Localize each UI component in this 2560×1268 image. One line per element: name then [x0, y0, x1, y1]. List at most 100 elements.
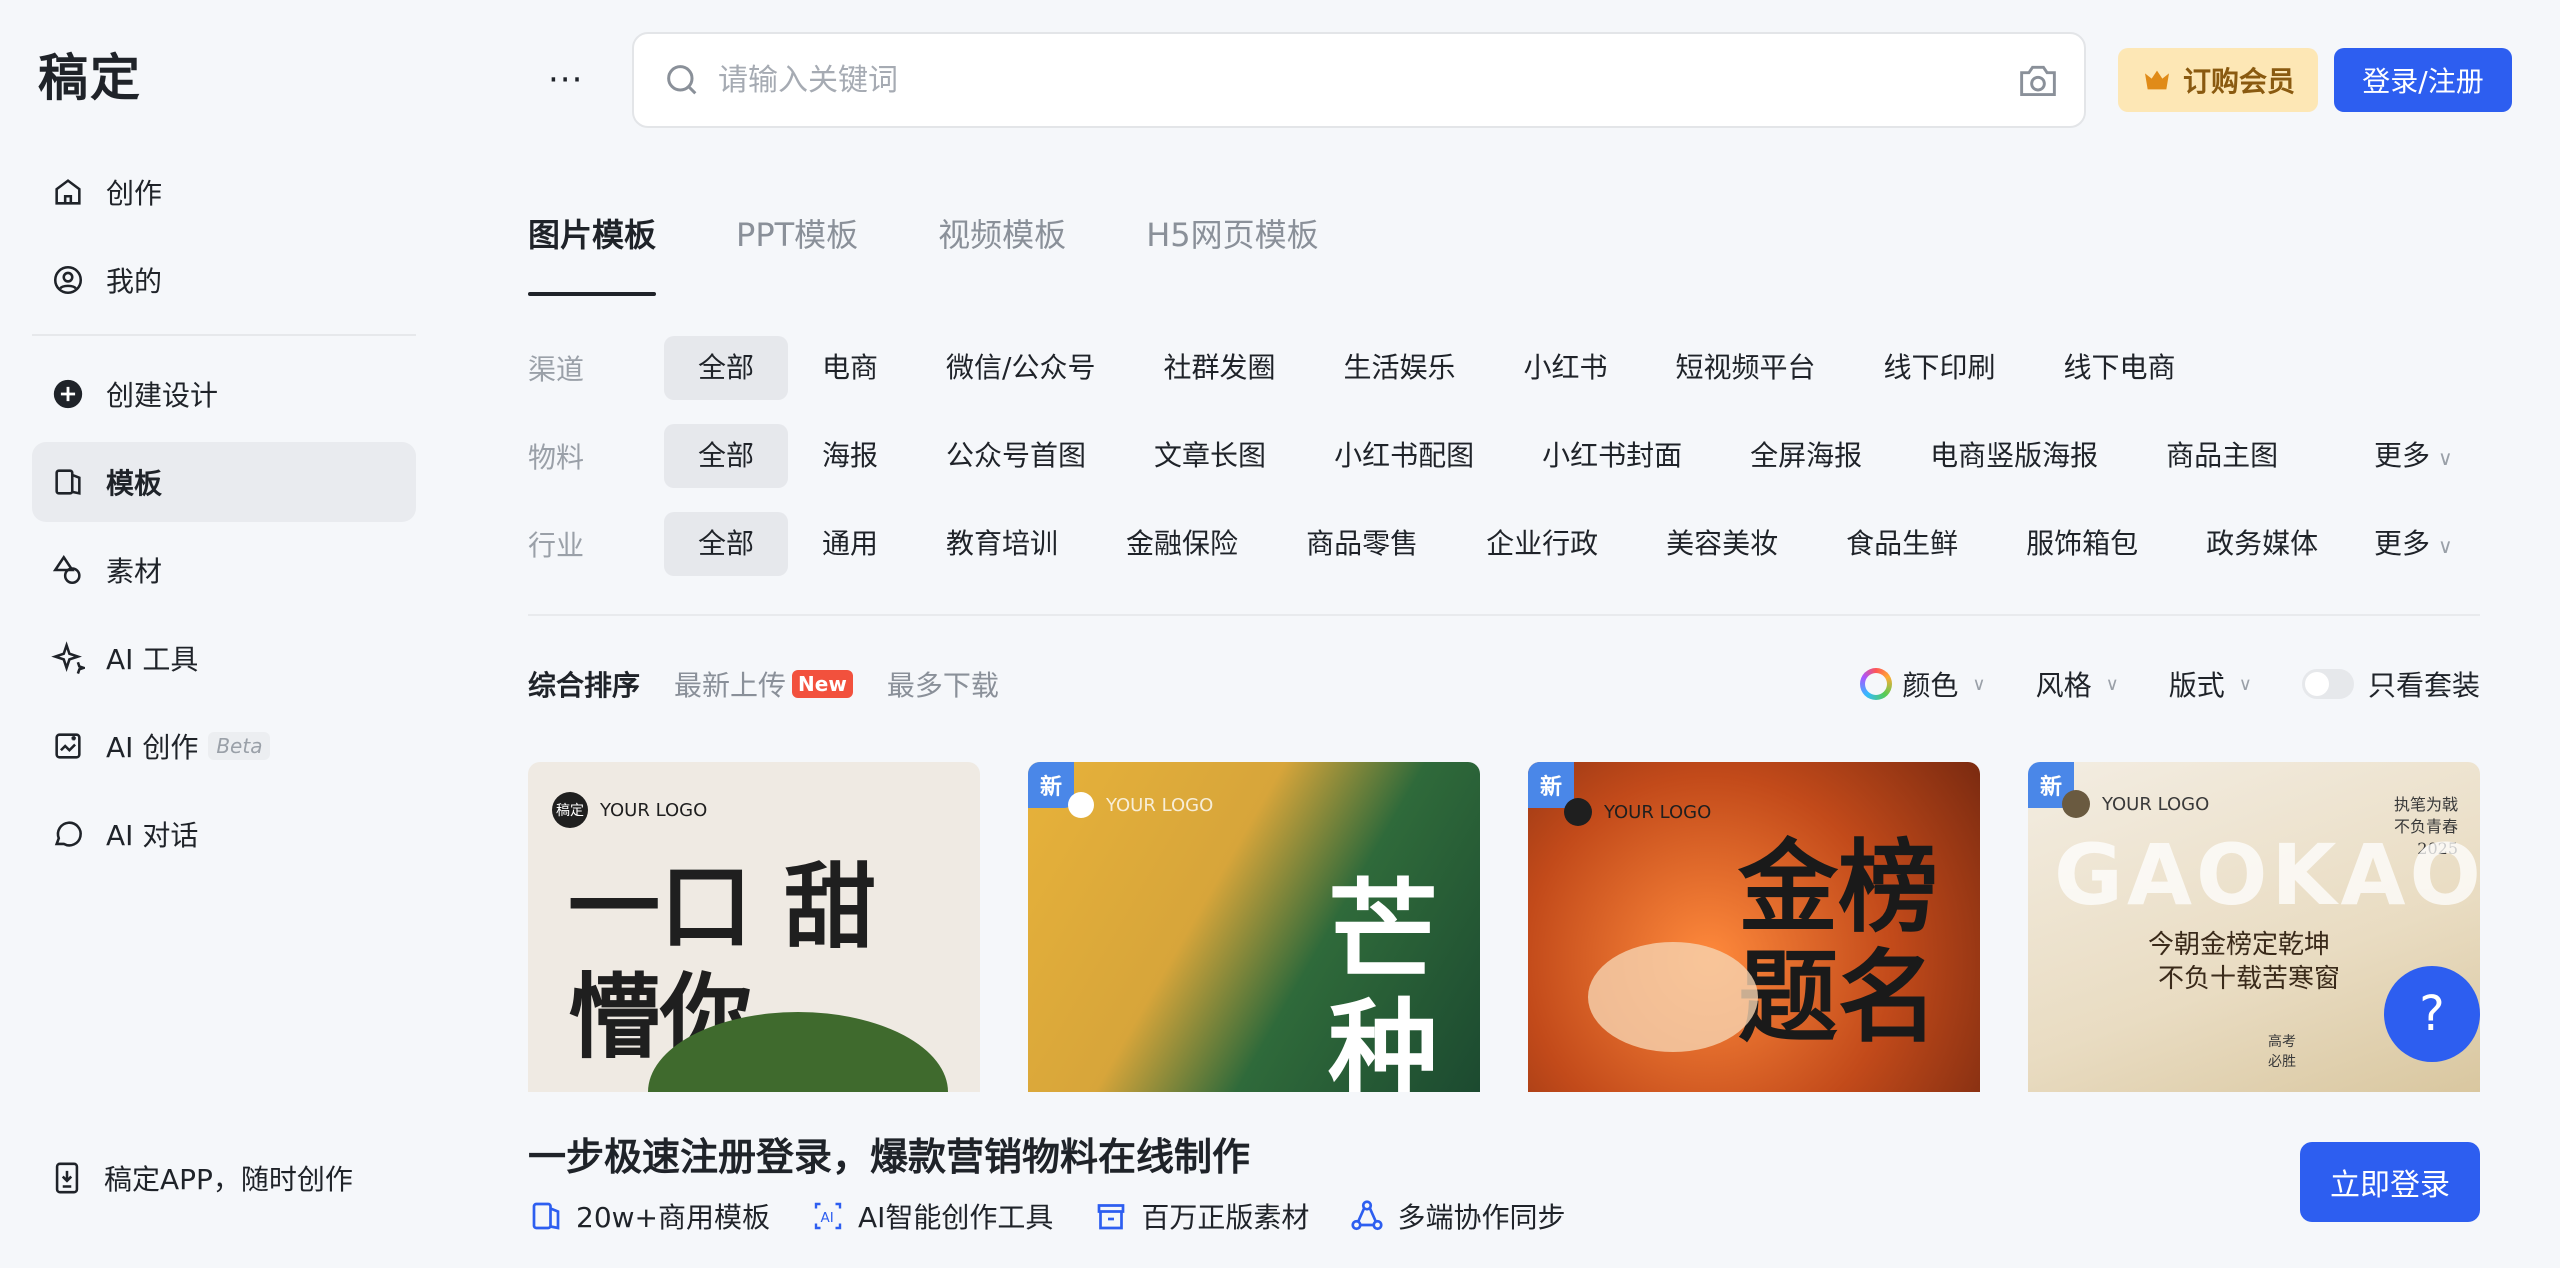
- brand-logo: 稿定: [552, 792, 588, 828]
- filter-chip[interactable]: 商品零售: [1272, 512, 1452, 576]
- filter-chip[interactable]: 电商: [788, 336, 912, 400]
- card-sub-text: 高考 必胜: [2268, 1034, 2296, 1070]
- chevron-down-icon: ∨: [2238, 673, 2252, 695]
- sidebar-item-materials[interactable]: 素材: [32, 530, 416, 610]
- chevron-down-icon: ∨: [2105, 673, 2119, 695]
- sort-latest-label: 最新上传: [674, 669, 787, 702]
- filter-chip[interactable]: 美容美妆: [1632, 512, 1812, 576]
- tab-image-templates[interactable]: 图片模板: [528, 210, 657, 296]
- filter-chip[interactable]: 小红书: [1490, 336, 1642, 400]
- tab-video-templates[interactable]: 视频模板: [938, 210, 1066, 296]
- app-download-link[interactable]: 稿定APP，随时创作: [50, 1158, 353, 1198]
- filter-chip[interactable]: 线下电商: [2030, 336, 2210, 400]
- filter-chip[interactable]: 海报: [788, 424, 912, 488]
- brand-text: YOUR LOGO: [2102, 793, 2210, 815]
- feature-item: 20w+商用模板: [528, 1196, 770, 1236]
- sidebar-item-mine[interactable]: 我的: [32, 240, 416, 320]
- sync-icon: [1351, 1200, 1384, 1231]
- vip-button[interactable]: 订购会员: [2118, 48, 2318, 112]
- filter-chip[interactable]: 商品主图: [2132, 424, 2312, 488]
- filter-chip[interactable]: 全部: [664, 336, 789, 400]
- filter-chip[interactable]: 小红书封面: [1508, 424, 1716, 488]
- camera-icon[interactable]: [2016, 60, 2060, 100]
- login-register-button[interactable]: 登录/注册: [2334, 48, 2512, 112]
- filter-chip[interactable]: 小红书配图: [1300, 424, 1508, 488]
- filter-chip[interactable]: 电商竖版海报: [1896, 424, 2132, 488]
- shapes-icon: [50, 552, 86, 588]
- material-more-button[interactable]: 更多 ∨: [2374, 424, 2453, 488]
- suite-only-toggle[interactable]: [2301, 669, 2354, 699]
- filter-chip[interactable]: 政务媒体: [2172, 512, 2352, 576]
- feature-label: 20w+商用模板: [576, 1201, 770, 1234]
- sidebar-item-label: 模板: [106, 467, 163, 500]
- sort-most-downloads[interactable]: 最多下载: [887, 664, 999, 704]
- sidebar-item-templates[interactable]: 模板: [32, 442, 416, 522]
- sidebar-item-ai-tools[interactable]: AI 工具: [32, 618, 416, 698]
- sidebar: 稿定 创作 我的 创建设计 模板 素材 AI 工具 AI 创作 Beta AI …: [0, 0, 430, 1268]
- sort-latest[interactable]: 最新上传 New: [674, 664, 853, 704]
- brand-logo: [1068, 792, 1094, 818]
- filter-chip[interactable]: 全部: [664, 512, 789, 576]
- card-brand: YOUR LOGO: [1068, 792, 1213, 818]
- download-app-icon: [55, 1162, 79, 1194]
- color-filter[interactable]: 颜色 ∨: [1860, 664, 1986, 704]
- tab-ppt-templates[interactable]: PPT模板: [736, 210, 858, 296]
- filter-chip[interactable]: 全部: [664, 424, 789, 488]
- template-icon: [50, 464, 86, 500]
- filter-chip[interactable]: 微信/公众号: [912, 336, 1129, 400]
- ai-icon: AI: [814, 1202, 842, 1230]
- sidebar-item-create-design[interactable]: 创建设计: [32, 354, 416, 434]
- template-card[interactable]: 新 YOUR LOGO 芒种: [1028, 762, 1480, 1092]
- layout-filter[interactable]: 版式 ∨: [2169, 664, 2252, 704]
- plus-circle-icon: [50, 376, 86, 412]
- login-banner: [0, 1094, 2560, 1268]
- sidebar-item-ai-chat[interactable]: AI 对话: [32, 794, 416, 874]
- crown-icon: [2144, 70, 2169, 90]
- search-input[interactable]: [718, 62, 2084, 98]
- card-line-1: 今朝金榜定乾坤: [2148, 930, 2331, 960]
- sort-comprehensive[interactable]: 综合排序: [528, 664, 640, 704]
- filter-divider: [528, 614, 2480, 616]
- brand-logo: [1564, 798, 1592, 826]
- more-menu-icon[interactable]: ···: [548, 60, 583, 100]
- home-icon: [50, 174, 86, 210]
- template-tabs: 图片模板 PPT模板 视频模板 H5网页模板: [528, 210, 1399, 296]
- feature-label: 多端协作同步: [1397, 1201, 1566, 1234]
- chat-icon: [50, 816, 86, 852]
- tab-h5-templates[interactable]: H5网页模板: [1146, 210, 1318, 296]
- template-card[interactable]: 稿定 YOUR LOGO 一口 甜懵你: [528, 762, 980, 1092]
- brand-text: YOUR LOGO: [600, 799, 708, 821]
- filter-row-channel: 渠道 全部 电商 微信/公众号 社群发圈 生活娱乐 小红书 短视频平台 线下印刷…: [528, 336, 2210, 400]
- card-title: GAOKAO: [2054, 826, 2480, 924]
- filter-chip[interactable]: 短视频平台: [1642, 336, 1850, 400]
- card-brand: YOUR LOGO: [1564, 798, 1711, 826]
- filter-chip[interactable]: 食品生鲜: [1812, 512, 1992, 576]
- filter-chip[interactable]: 文章长图: [1120, 424, 1300, 488]
- filter-row-industry: 行业 全部 通用 教育培训 金融保险 商品零售 企业行政 美容美妆 食品生鲜 服…: [528, 512, 2352, 576]
- layout-label: 版式: [2168, 669, 2225, 702]
- filter-chip[interactable]: 金融保险: [1092, 512, 1272, 576]
- industry-more-button[interactable]: 更多 ∨: [2374, 512, 2453, 576]
- app-logo[interactable]: 稿定: [38, 38, 142, 110]
- login-now-button[interactable]: 立即登录: [2300, 1142, 2480, 1222]
- filter-chip[interactable]: 全屏海报: [1716, 424, 1896, 488]
- style-filter[interactable]: 风格 ∨: [2036, 664, 2119, 704]
- card-brand: YOUR LOGO: [2062, 790, 2209, 818]
- filter-chip[interactable]: 服饰箱包: [1992, 512, 2172, 576]
- filter-chip[interactable]: 线下印刷: [1850, 336, 2030, 400]
- feature-label: 百万正版素材: [1141, 1201, 1310, 1234]
- sidebar-item-create[interactable]: 创作: [32, 152, 416, 232]
- template-card[interactable]: 新 YOUR LOGO 金榜题名: [1528, 762, 1980, 1092]
- help-button[interactable]: ?: [2384, 966, 2480, 1062]
- filter-chip[interactable]: 社群发圈: [1129, 336, 1309, 400]
- filter-chip[interactable]: 企业行政: [1452, 512, 1632, 576]
- sidebar-item-ai-create[interactable]: AI 创作 Beta: [32, 706, 416, 786]
- filter-chip[interactable]: 生活娱乐: [1309, 336, 1489, 400]
- card-line-2: 不负十载苦寒窗: [2158, 964, 2341, 994]
- more-label: 更多: [2374, 527, 2431, 560]
- filter-chip[interactable]: 教育培训: [912, 512, 1092, 576]
- filter-chip[interactable]: 公众号首图: [912, 424, 1120, 488]
- search-bar[interactable]: [632, 32, 2086, 128]
- more-label: 更多: [2374, 439, 2431, 472]
- filter-chip[interactable]: 通用: [788, 512, 912, 576]
